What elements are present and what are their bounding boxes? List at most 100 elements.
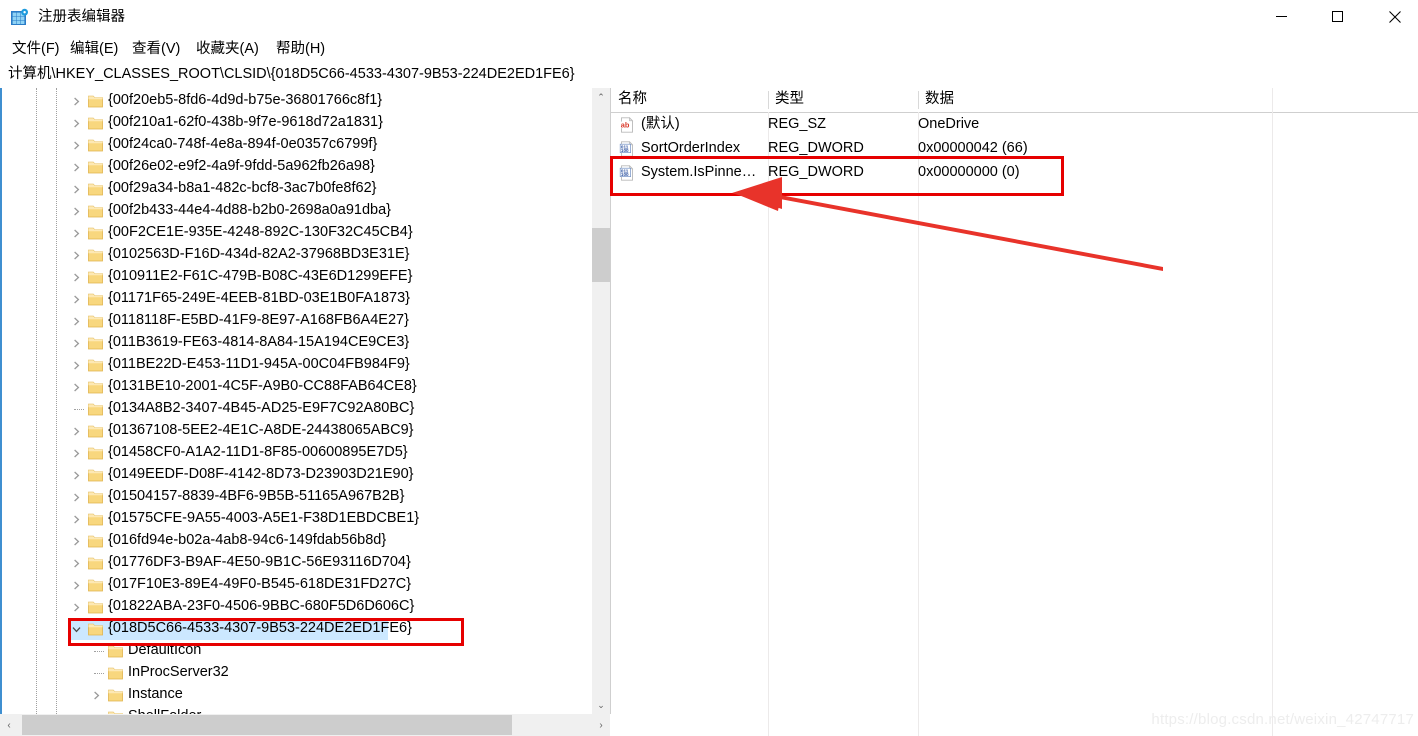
tree-item[interactable]: {011B3619-FE63-4814-8A84-15A194CE9CE3} <box>0 332 592 354</box>
chevron-right-icon[interactable] <box>68 508 84 530</box>
tree-item[interactable]: {0102563D-F16D-434d-82A2-37968BD3E31E} <box>0 244 592 266</box>
tree-item[interactable]: {00f29a34-b8a1-482c-bcf8-3ac7b0fe8f62} <box>0 178 592 200</box>
tree-item[interactable]: {01575CFE-9A55-4003-A5E1-F38D1EBDCBE1} <box>0 508 592 530</box>
tree-item[interactable]: {016fd94e-b02a-4ab8-94c6-149fdab56b8d} <box>0 530 592 552</box>
folder-icon <box>88 292 103 306</box>
chevron-right-icon[interactable] <box>68 222 84 244</box>
menu-help[interactable]: 帮助(H) <box>272 36 329 62</box>
tree-item[interactable]: {01367108-5EE2-4E1C-A8DE-24438065ABC9} <box>0 420 592 442</box>
tree-stub-line <box>74 409 84 411</box>
column-header-1[interactable]: 名称 <box>611 88 647 112</box>
value-row[interactable]: 011 100 System.IsPinne… REG_DWORD 0x00000000… <box>611 161 1418 185</box>
tree-item[interactable]: {0134A8B2-3407-4B45-AD25-E9F7C92A80BC} <box>0 398 592 420</box>
chevron-down-icon[interactable] <box>68 618 84 640</box>
scroll-up-icon[interactable]: ⌃ <box>592 88 610 106</box>
window-title: 注册表编辑器 <box>38 9 125 25</box>
chevron-right-icon[interactable] <box>68 442 84 464</box>
vertical-scroll-thumb[interactable] <box>592 228 610 282</box>
tree-item[interactable]: {0118118F-E5BD-41F9-8E97-A168FB6A4E27} <box>0 310 592 332</box>
value-name: (默认) <box>641 116 680 132</box>
scroll-down-icon[interactable]: ⌄ <box>592 696 610 714</box>
tree-item[interactable]: {011BE22D-E453-11D1-945A-00C04FB984F9} <box>0 354 592 376</box>
tree-item[interactable]: DefaultIcon <box>0 640 592 662</box>
folder-icon <box>108 666 123 680</box>
tree-item[interactable]: {01458CF0-A1A2-11D1-8F85-00600895E7D5} <box>0 442 592 464</box>
tree-item-label: {0134A8B2-3407-4B45-AD25-E9F7C92A80BC} <box>108 400 415 416</box>
menu-edit[interactable]: 编辑(E) <box>66 36 122 62</box>
address-path: 计算机\HKEY_CLASSES_ROOT\CLSID\{018D5C66-45… <box>8 66 575 82</box>
tree-item[interactable]: {00f24ca0-748f-4e8a-894f-0e0357c6799f} <box>0 134 592 156</box>
maximize-icon <box>1331 11 1343 22</box>
tree-item[interactable]: Instance <box>0 684 592 706</box>
scroll-left-icon[interactable]: ‹ <box>0 714 18 736</box>
folder-icon <box>88 204 103 218</box>
tree-vertical-scrollbar[interactable]: ⌃ ⌄ <box>592 88 611 714</box>
chevron-right-icon[interactable] <box>68 530 84 552</box>
folder-icon <box>88 578 103 592</box>
tree-item[interactable]: {010911E2-F61C-479B-B08C-43E6D1299EFE} <box>0 266 592 288</box>
folder-icon <box>88 402 103 416</box>
chevron-right-icon[interactable] <box>68 266 84 288</box>
tree-item[interactable]: {00f20eb5-8fd6-4d9d-b75e-36801766c8f1} <box>0 90 592 112</box>
chevron-right-icon[interactable] <box>68 200 84 222</box>
menu-file[interactable]: 文件(F) <box>8 36 64 62</box>
minimize-button[interactable] <box>1258 0 1304 33</box>
chevron-right-icon[interactable] <box>68 90 84 112</box>
menu-view[interactable]: 查看(V) <box>128 36 184 62</box>
column-grid-line <box>918 112 919 736</box>
chevron-right-icon[interactable] <box>68 552 84 574</box>
maximize-button[interactable] <box>1314 0 1360 33</box>
tree-horizontal-scrollbar[interactable]: ‹ › <box>0 714 610 736</box>
tree-item[interactable]: InProcServer32 <box>0 662 592 684</box>
tree-item[interactable]: ShellFolder <box>0 706 592 714</box>
chevron-right-icon[interactable] <box>68 288 84 310</box>
tree-item[interactable]: {01776DF3-B9AF-4E50-9B1C-56E93116D704} <box>0 552 592 574</box>
chevron-right-icon[interactable] <box>68 464 84 486</box>
address-bar[interactable]: 计算机\HKEY_CLASSES_ROOT\CLSID\{018D5C66-45… <box>0 62 1418 89</box>
chevron-right-icon[interactable] <box>68 420 84 442</box>
column-divider[interactable] <box>768 91 769 109</box>
chevron-right-icon[interactable] <box>88 684 104 706</box>
menu-favorites[interactable]: 收藏夹(A) <box>192 36 263 62</box>
tree-item[interactable]: {0149EEDF-D08F-4142-8D73-D23903D21E90} <box>0 464 592 486</box>
chevron-right-icon[interactable] <box>68 596 84 618</box>
column-header-3[interactable]: 数据 <box>918 88 954 112</box>
horizontal-scroll-thumb[interactable] <box>22 715 512 735</box>
value-data: 0x00000000 (0) <box>918 164 1020 180</box>
chevron-right-icon[interactable] <box>68 156 84 178</box>
chevron-right-icon[interactable] <box>68 178 84 200</box>
chevron-right-icon[interactable] <box>68 134 84 156</box>
tree-item-label: {011BE22D-E453-11D1-945A-00C04FB984F9} <box>108 356 410 372</box>
chevron-right-icon[interactable] <box>68 244 84 266</box>
value-data: 0x00000042 (66) <box>918 140 1028 156</box>
tree-item[interactable]: {01822ABA-23F0-4506-9BBC-680F5D6D606C} <box>0 596 592 618</box>
column-header-2[interactable]: 类型 <box>768 88 804 112</box>
chevron-right-icon[interactable] <box>68 332 84 354</box>
close-button[interactable] <box>1372 0 1418 33</box>
tree-item-label: {00F2CE1E-935E-4248-892C-130F32C45CB4} <box>108 224 413 240</box>
tree-item[interactable]: {00F2CE1E-935E-4248-892C-130F32C45CB4} <box>0 222 592 244</box>
tree-item[interactable]: {00f26e02-e9f2-4a9f-9fdd-5a962fb26a98} <box>0 156 592 178</box>
folder-icon <box>88 116 103 130</box>
chevron-right-icon[interactable] <box>68 486 84 508</box>
scroll-right-icon[interactable]: › <box>592 714 610 736</box>
tree-item[interactable]: {017F10E3-89E4-49F0-B545-618DE31FD27C} <box>0 574 592 596</box>
tree-item[interactable]: {018D5C66-4533-4307-9B53-224DE2ED1FE6} <box>0 618 592 640</box>
chevron-right-icon[interactable] <box>68 376 84 398</box>
tree-item[interactable]: {00f210a1-62f0-438b-9f7e-9618d72a1831} <box>0 112 592 134</box>
registry-tree-pane[interactable]: {00f20eb5-8fd6-4d9d-b75e-36801766c8f1} {0… <box>0 88 593 714</box>
tree-item[interactable]: {01504157-8839-4BF6-9B5B-51165A967B2B} <box>0 486 592 508</box>
column-divider[interactable] <box>918 91 919 109</box>
menu-bar: 文件(F) 编辑(E) 查看(V) 收藏夹(A) 帮助(H) <box>0 36 1418 62</box>
chevron-right-icon[interactable] <box>68 354 84 376</box>
chevron-right-icon[interactable] <box>68 310 84 332</box>
value-row[interactable]: ab (默认) REG_SZ OneDrive <box>611 113 1418 137</box>
registry-values-pane[interactable]: 名称 类型 数据 ab (默认) REG_SZ OneDrive 011 100 SortOrd… <box>611 88 1418 736</box>
value-row[interactable]: 011 100 SortOrderIndex REG_DWORD 0x00000042 … <box>611 137 1418 161</box>
chevron-right-icon[interactable] <box>68 574 84 596</box>
tree-item[interactable]: {00f2b433-44e4-4d88-b2b0-2698a0a91dba} <box>0 200 592 222</box>
tree-item[interactable]: {0131BE10-2001-4C5F-A9B0-CC88FAB64CE8} <box>0 376 592 398</box>
tree-item[interactable]: {01171F65-249E-4EEB-81BD-03E1B0FA1873} <box>0 288 592 310</box>
chevron-right-icon[interactable] <box>68 112 84 134</box>
tree-item-label: {01776DF3-B9AF-4E50-9B1C-56E93116D704} <box>108 554 411 570</box>
